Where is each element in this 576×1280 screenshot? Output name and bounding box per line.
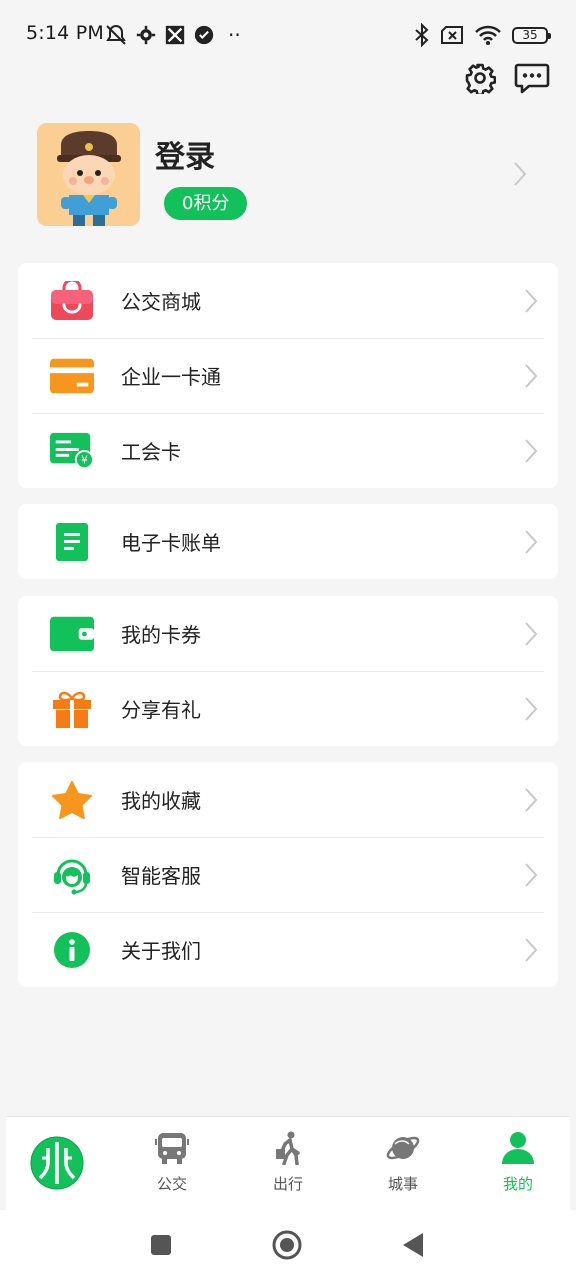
menu-item-share-gift[interactable]: 分享有礼 — [18, 671, 558, 746]
bluetooth-icon — [415, 23, 429, 47]
settings-gear-icon — [136, 25, 156, 45]
walker-icon — [276, 1131, 300, 1166]
menu-item-label: 分享有礼 — [121, 698, 201, 722]
menu-item-label: 关于我们 — [121, 939, 201, 963]
menu-item-label: 电子卡账单 — [121, 531, 221, 555]
home-circle-icon — [272, 1230, 302, 1260]
chevron-right-icon — [525, 288, 538, 313]
points-badge[interactable]: 0积分 — [164, 187, 248, 220]
customer-service-icon — [50, 853, 94, 897]
star-icon — [50, 778, 94, 822]
gift-icon — [50, 687, 94, 731]
system-nav-bar — [0, 1210, 576, 1280]
home-button[interactable] — [272, 1230, 302, 1260]
chevron-right-icon — [525, 621, 538, 646]
menu-item-about-us[interactable]: 关于我们 — [18, 912, 558, 987]
menu-item-enterprise-card[interactable]: 企业一卡通 — [18, 338, 558, 413]
chevron-right-icon — [525, 696, 538, 721]
check-circle-icon — [194, 25, 214, 45]
svg-text:¥: ¥ — [81, 454, 88, 466]
message-button[interactable] — [514, 60, 550, 96]
profile-header[interactable]: 登录 0积分 — [0, 110, 576, 240]
avatar[interactable] — [37, 123, 140, 226]
menu-item-favorites[interactable]: 我的收藏 — [18, 762, 558, 837]
battery-icon: 35 — [512, 26, 551, 44]
tab-label: 公交 — [156, 1175, 187, 1193]
square-icon — [151, 1235, 171, 1255]
status-right-icons: 35 — [414, 22, 551, 48]
menu-item-customer-service[interactable]: 智能客服 — [18, 837, 558, 912]
brand-logo-icon — [30, 1136, 84, 1190]
battery-level: 35 — [522, 27, 538, 42]
tab-travel[interactable]: 出行 — [248, 1131, 328, 1194]
shop-bag-icon — [50, 279, 94, 323]
planet-icon — [386, 1136, 420, 1160]
bus-icon — [155, 1133, 189, 1164]
wifi-icon — [475, 25, 501, 45]
menu-item-my-coupons[interactable]: 我的卡券 — [18, 596, 558, 671]
tab-label: 我的 — [502, 1175, 533, 1193]
chevron-right-icon — [514, 162, 527, 186]
menu-item-label: 我的卡券 — [121, 623, 201, 647]
gear-icon — [465, 63, 496, 94]
menu-group-bill: 电子卡账单 — [18, 504, 558, 579]
mute-icon — [106, 24, 126, 45]
menu-item-label: 公交商城 — [121, 290, 201, 314]
menu-item-label: 企业一卡通 — [121, 365, 221, 389]
settings-button[interactable] — [462, 60, 498, 96]
menu-item-label: 我的收藏 — [121, 789, 201, 813]
menu-group-services: 公交商城 企业一卡通 ¥ 工会卡 — [18, 263, 558, 488]
recent-apps-button[interactable] — [146, 1230, 176, 1260]
tab-mine[interactable]: 我的 — [478, 1131, 558, 1194]
wallet-icon — [50, 612, 94, 656]
back-button[interactable] — [398, 1230, 428, 1260]
person-icon — [502, 1132, 534, 1164]
card-icon — [50, 354, 94, 398]
union-card-icon: ¥ — [50, 429, 94, 473]
bill-icon — [50, 520, 94, 564]
tab-bus[interactable]: 公交 — [132, 1131, 212, 1194]
chevron-right-icon — [525, 937, 538, 962]
info-icon — [50, 928, 94, 972]
tab-label: 城事 — [387, 1175, 418, 1193]
more-dots-icon: ·· — [228, 23, 241, 47]
status-left-icons: ·· — [104, 22, 241, 48]
tab-city[interactable]: 城事 — [363, 1131, 443, 1194]
menu-item-label: 智能客服 — [121, 864, 201, 888]
sim-x-icon — [441, 26, 463, 44]
chevron-right-icon — [525, 787, 538, 812]
status-time: 5:14 PM — [26, 22, 104, 44]
login-title[interactable]: 登录 — [155, 132, 215, 176]
chevron-right-icon — [525, 438, 538, 463]
app-icon — [165, 25, 185, 45]
chevron-right-icon — [525, 862, 538, 887]
tab-label: 出行 — [272, 1175, 303, 1193]
menu-item-union-card[interactable]: ¥ 工会卡 — [18, 413, 558, 488]
menu-item-bus-mall[interactable]: 公交商城 — [18, 263, 558, 338]
chevron-right-icon — [525, 363, 538, 388]
menu-item-label: 工会卡 — [121, 440, 181, 464]
menu-group-support: 我的收藏 智能客服 关于我们 — [18, 762, 558, 987]
back-triangle-icon — [403, 1233, 423, 1257]
menu-group-rewards: 我的卡券 分享有礼 — [18, 596, 558, 746]
menu-item-e-card-bill[interactable]: 电子卡账单 — [18, 504, 558, 579]
brand-logo-button[interactable] — [30, 1136, 84, 1190]
bottom-nav: 公交 出行 城事 我的 — [6, 1116, 570, 1210]
chevron-right-icon — [525, 529, 538, 554]
top-actions — [462, 60, 550, 96]
avatar-mascot-image — [37, 123, 140, 226]
chat-icon — [514, 63, 550, 94]
